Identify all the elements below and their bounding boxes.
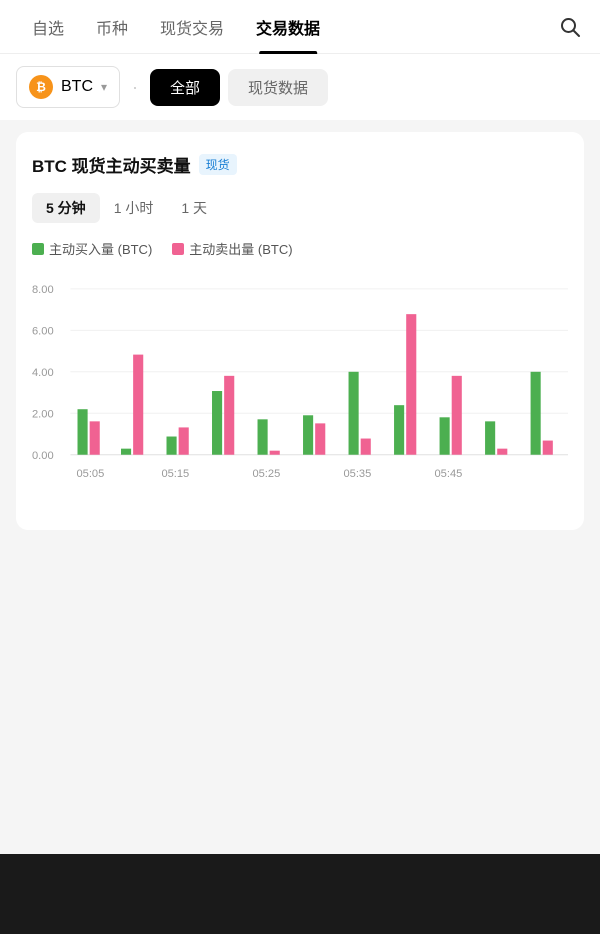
divider: · bbox=[132, 77, 138, 98]
legend-sell-dot bbox=[172, 243, 184, 255]
chart-legend: 主动买入量 (BTC) 主动卖出量 (BTC) bbox=[32, 239, 568, 258]
top-navigation: 自选 币种 现货交易 交易数据 bbox=[0, 0, 600, 54]
time-tabs: 5 分钟 1 小时 1 天 bbox=[32, 193, 568, 223]
x-label-0515: 05:15 bbox=[161, 468, 189, 480]
bar-buy-2 bbox=[167, 437, 177, 455]
time-tab-1hour[interactable]: 1 小时 bbox=[100, 193, 168, 223]
bar-buy-4 bbox=[258, 419, 268, 454]
bar-buy-6 bbox=[349, 372, 359, 455]
coin-selector[interactable]: ₿ BTC ▾ bbox=[16, 66, 120, 108]
bar-buy-10 bbox=[531, 372, 541, 455]
nav-item-spot-trade[interactable]: 现货交易 bbox=[144, 0, 240, 54]
filter-all-button[interactable]: 全部 bbox=[150, 69, 220, 106]
bar-buy-3 bbox=[212, 391, 222, 455]
bar-sell-8 bbox=[452, 376, 462, 455]
bar-sell-9 bbox=[497, 449, 507, 455]
nav-item-trade-data[interactable]: 交易数据 bbox=[240, 0, 336, 54]
bar-buy-0 bbox=[78, 409, 88, 455]
search-button[interactable] bbox=[556, 13, 584, 41]
bar-sell-2 bbox=[179, 427, 189, 454]
y-label-0: 0.00 bbox=[32, 450, 54, 462]
btc-icon: ₿ bbox=[29, 75, 53, 99]
bar-chart: 8.00 6.00 4.00 2.00 0.00 bbox=[32, 270, 568, 510]
x-label-0505: 05:05 bbox=[76, 468, 104, 480]
legend-buy: 主动买入量 (BTC) bbox=[32, 239, 152, 258]
x-label-0525: 05:25 bbox=[252, 468, 280, 480]
y-label-8: 8.00 bbox=[32, 284, 54, 296]
bottom-bar bbox=[0, 854, 600, 934]
bar-sell-10 bbox=[543, 441, 553, 455]
bar-sell-5 bbox=[315, 423, 325, 454]
bar-sell-4 bbox=[270, 451, 280, 455]
y-label-4: 4.00 bbox=[32, 367, 54, 379]
chevron-down-icon: ▾ bbox=[101, 80, 107, 94]
legend-sell: 主动卖出量 (BTC) bbox=[172, 239, 292, 258]
y-label-6: 6.00 bbox=[32, 325, 54, 337]
spot-badge: 现货 bbox=[199, 154, 237, 175]
legend-buy-dot bbox=[32, 243, 44, 255]
chart-title-row: BTC 现货主动买卖量 现货 bbox=[32, 152, 568, 177]
nav-item-watchlist[interactable]: 自选 bbox=[16, 0, 80, 54]
time-tab-1day[interactable]: 1 天 bbox=[167, 193, 221, 223]
bar-buy-7 bbox=[394, 405, 404, 455]
bar-buy-1 bbox=[121, 449, 131, 455]
bar-sell-7 bbox=[406, 314, 416, 455]
filter-bar: ₿ BTC ▾ · 全部 现货数据 bbox=[0, 54, 600, 120]
bar-sell-3 bbox=[224, 376, 234, 455]
x-label-0545: 05:45 bbox=[435, 468, 463, 480]
bar-buy-8 bbox=[440, 417, 450, 454]
chart-title: BTC 现货主动买卖量 bbox=[32, 152, 191, 177]
chart-area: 8.00 6.00 4.00 2.00 0.00 bbox=[32, 270, 568, 510]
bar-buy-9 bbox=[485, 421, 495, 454]
search-icon bbox=[559, 16, 581, 38]
filter-spot-button[interactable]: 现货数据 bbox=[228, 69, 328, 106]
bar-sell-0 bbox=[90, 421, 100, 454]
filter-buttons: 全部 现货数据 bbox=[150, 69, 328, 106]
bar-buy-5 bbox=[303, 415, 313, 454]
bar-sell-1 bbox=[133, 355, 143, 455]
y-label-2: 2.00 bbox=[32, 408, 54, 420]
x-label-0535: 05:35 bbox=[343, 468, 371, 480]
nav-items: 自选 币种 现货交易 交易数据 bbox=[16, 0, 556, 54]
chart-card: BTC 现货主动买卖量 现货 5 分钟 1 小时 1 天 主动买入量 (BTC)… bbox=[16, 132, 584, 530]
coin-label: BTC bbox=[61, 78, 93, 96]
nav-item-coins[interactable]: 币种 bbox=[80, 0, 144, 54]
bar-sell-6 bbox=[361, 439, 371, 455]
time-tab-5min[interactable]: 5 分钟 bbox=[32, 193, 100, 223]
